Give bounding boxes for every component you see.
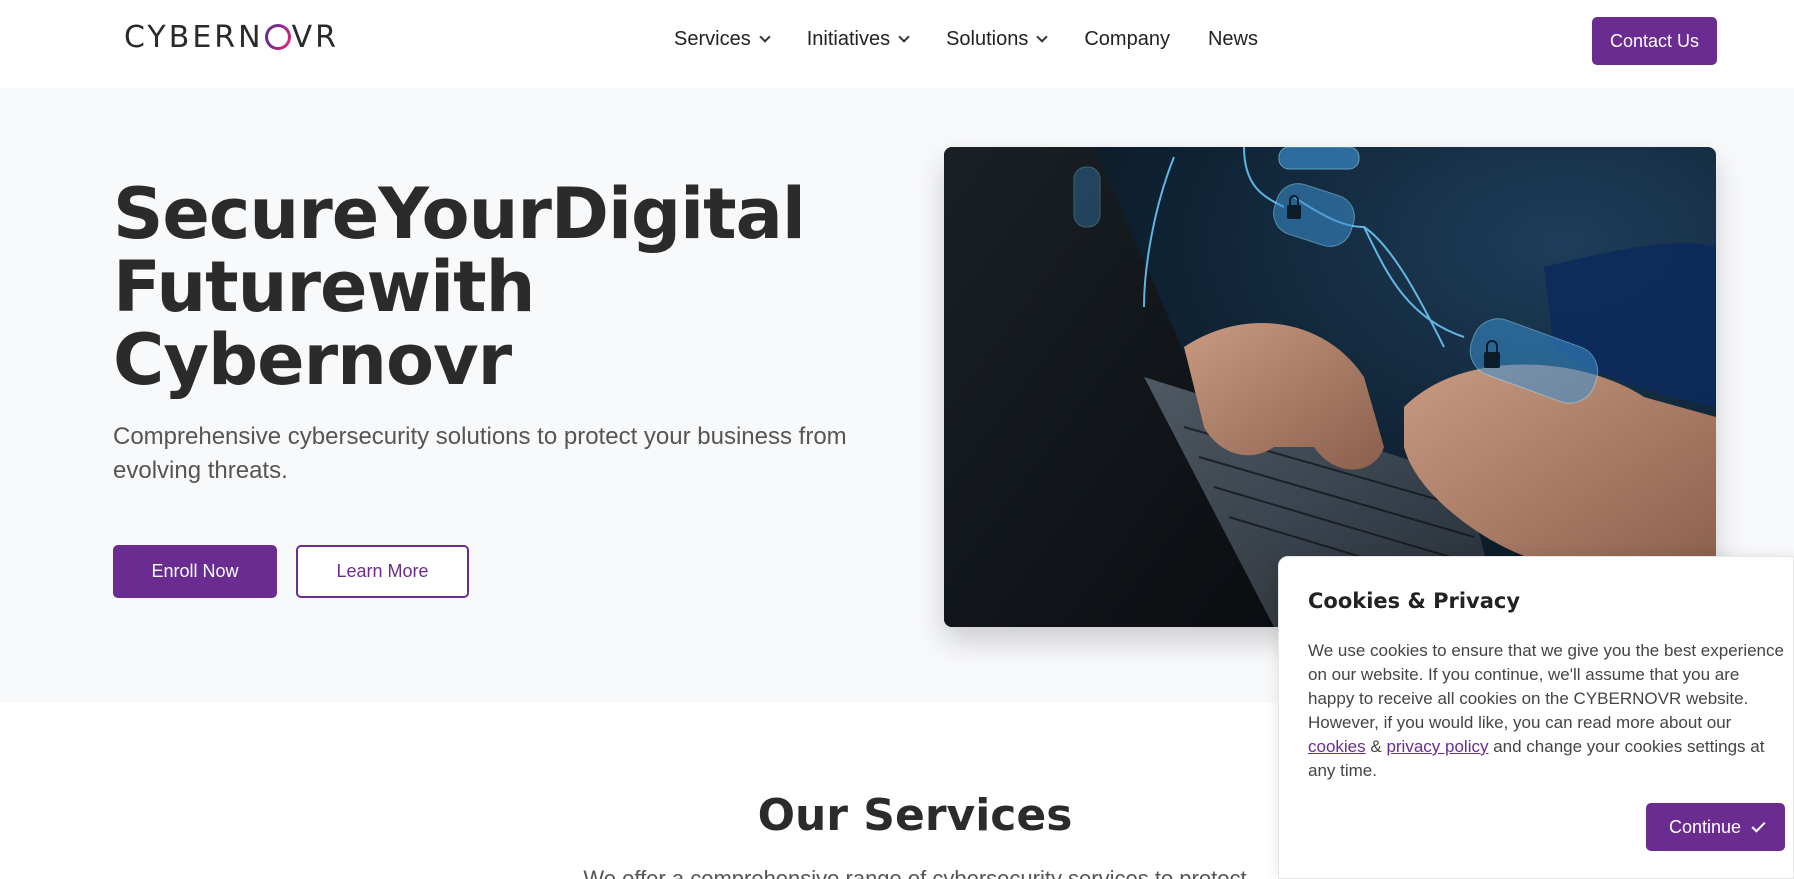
logo-text: CYBERN VR bbox=[124, 20, 339, 55]
chevron-down-icon bbox=[759, 31, 771, 43]
privacy-policy-link[interactable]: privacy policy bbox=[1386, 737, 1488, 756]
chevron-down-icon bbox=[1036, 31, 1049, 43]
cookie-text: We use cookies to ensure that we give yo… bbox=[1308, 639, 1790, 783]
cookie-title: Cookies & Privacy bbox=[1308, 589, 1521, 613]
hero-title-line: Cybernovr bbox=[113, 319, 512, 401]
logo[interactable]: CYBERN VR bbox=[124, 20, 339, 55]
nav-label: Initiatives bbox=[806, 28, 891, 50]
nav-item-initiatives[interactable]: Initiatives bbox=[806, 28, 910, 51]
nav-item-services[interactable]: Services bbox=[674, 28, 771, 51]
hero-title-line: SecureYourDigital bbox=[113, 173, 806, 255]
chevron-down-icon bbox=[898, 31, 910, 43]
learn-more-button[interactable]: Learn More bbox=[296, 545, 469, 598]
contact-us-button[interactable]: Contact Us bbox=[1592, 17, 1717, 65]
logo-o-icon bbox=[265, 24, 291, 50]
nav-label: Company bbox=[1084, 28, 1170, 50]
cookie-text-intro: We use cookies to ensure that we give yo… bbox=[1308, 641, 1784, 732]
laptop-hands-illustration bbox=[944, 147, 1716, 627]
nav-item-news[interactable]: News bbox=[1208, 28, 1258, 51]
nav-label: News bbox=[1207, 28, 1258, 50]
hero-title: SecureYourDigital Futurewith Cybernovr bbox=[113, 173, 806, 401]
continue-label: Continue bbox=[1668, 816, 1742, 837]
site-header: CYBERN VR Services Initiatives Solutions … bbox=[0, 0, 1794, 88]
hero-subtitle: Comprehensive cybersecurity solutions to… bbox=[113, 423, 847, 484]
enroll-now-button[interactable]: Enroll Now bbox=[113, 545, 277, 598]
cookie-consent-panel: Cookies & Privacy We use cookies to ensu… bbox=[1278, 556, 1794, 879]
nav-label: Solutions bbox=[946, 28, 1029, 50]
nav-item-solutions[interactable]: Solutions bbox=[946, 28, 1049, 51]
hero-title-line: Futurewith bbox=[113, 246, 535, 328]
cookie-text-amp: & bbox=[1365, 737, 1387, 756]
nav-item-company[interactable]: Company bbox=[1084, 28, 1170, 51]
cookies-link[interactable]: cookies bbox=[1308, 737, 1366, 756]
hero-image bbox=[944, 147, 1716, 627]
continue-button[interactable]: Continue bbox=[1646, 803, 1785, 851]
check-icon bbox=[1751, 817, 1766, 833]
main-nav: Services Initiatives Solutions Company N… bbox=[674, 28, 1296, 51]
nav-label: Services bbox=[674, 28, 751, 50]
